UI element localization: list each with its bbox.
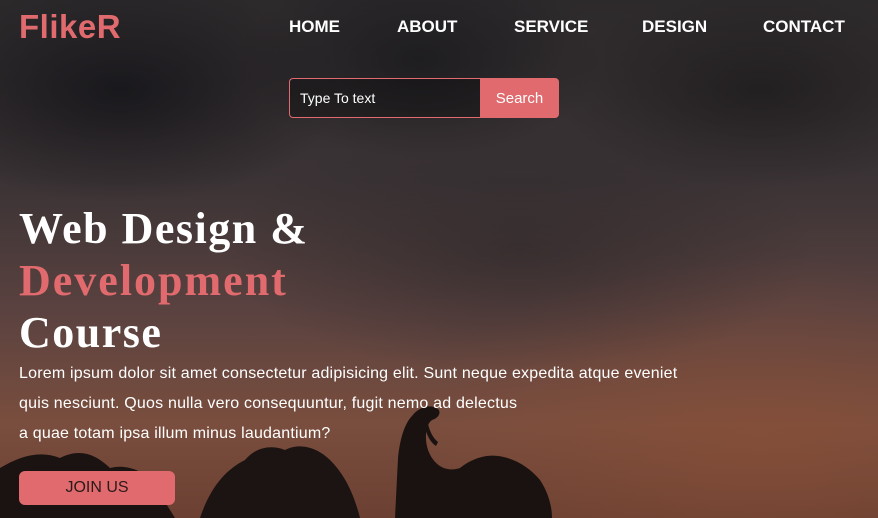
nav-item-home[interactable]: HOME bbox=[289, 17, 340, 37]
headline-line-course: Course bbox=[19, 308, 163, 357]
search-input[interactable] bbox=[289, 78, 480, 118]
search-button[interactable]: Search bbox=[480, 78, 559, 118]
hero-description: Lorem ipsum dolor sit amet consectetur a… bbox=[19, 359, 739, 449]
join-us-button[interactable]: JOIN US bbox=[19, 471, 175, 505]
brand-logo[interactable]: FlikeR bbox=[19, 8, 121, 46]
description-line: quis nesciunt. Quos nulla vero consequun… bbox=[19, 395, 518, 412]
nav-item-design[interactable]: DESIGN bbox=[642, 17, 707, 37]
description-line: a quae totam ipsa illum minus laudantium… bbox=[19, 425, 331, 442]
nav-item-about[interactable]: ABOUT bbox=[397, 17, 457, 37]
headline-line-web-design: Web Design & bbox=[19, 204, 309, 253]
hero-headline: Web Design & Development Course bbox=[19, 203, 308, 359]
nav-item-contact[interactable]: CONTACT bbox=[763, 17, 845, 37]
nav-item-service[interactable]: SERVICE bbox=[514, 17, 588, 37]
headline-line-development: Development bbox=[19, 256, 288, 305]
description-line: Lorem ipsum dolor sit amet consectetur a… bbox=[19, 365, 678, 382]
search-form: Search bbox=[289, 78, 559, 118]
